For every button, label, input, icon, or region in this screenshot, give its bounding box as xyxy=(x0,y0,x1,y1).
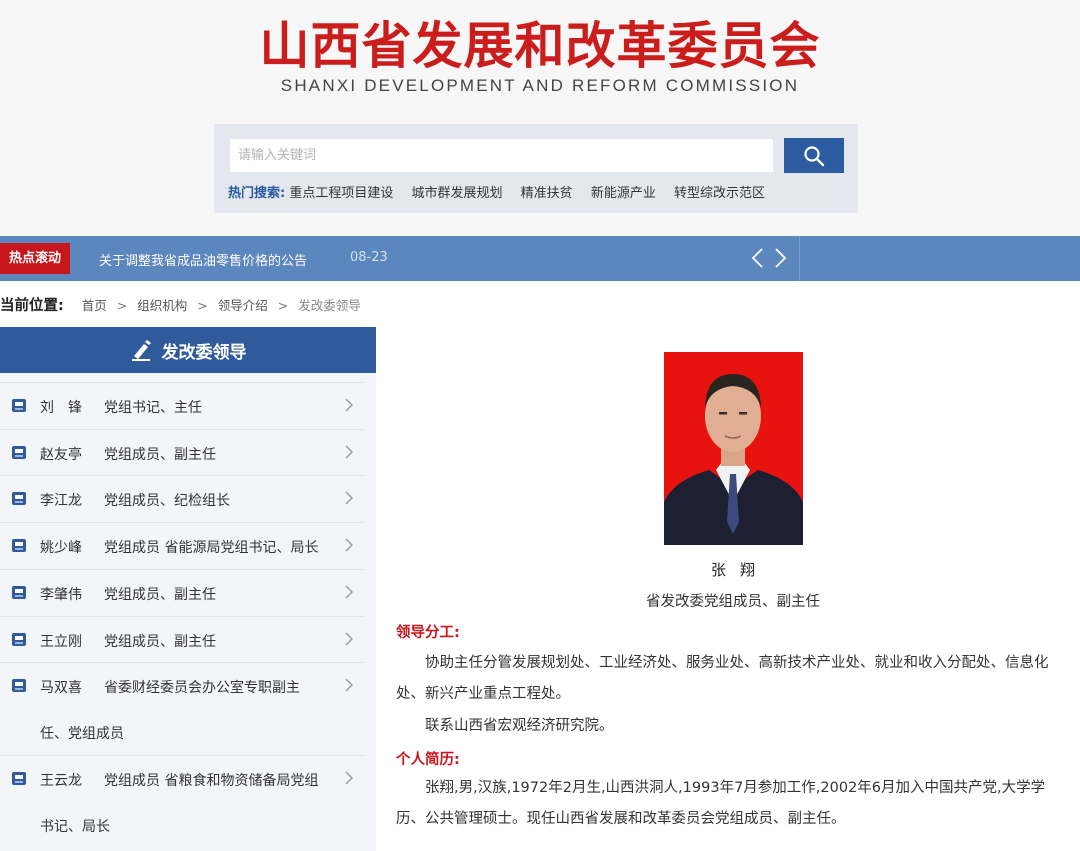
sidebar-heading: 发改委领导 xyxy=(0,327,376,373)
person-title: 省发改委党组成员、副主任 xyxy=(646,594,820,610)
chevron-right-icon xyxy=(345,538,353,552)
duty-heading: 领导分工: xyxy=(396,625,460,641)
breadcrumb-link[interactable]: 领导介绍 xyxy=(218,298,268,313)
hot-search-item[interactable]: 重点工程项目建设 xyxy=(289,186,393,201)
chevron-right-icon xyxy=(345,585,353,599)
leader-role-continued: 书记、局长 xyxy=(40,819,110,835)
search-input[interactable] xyxy=(230,139,773,172)
chevron-right-icon xyxy=(345,491,353,505)
hot-search-item[interactable]: 精准扶贫 xyxy=(521,186,573,201)
sidebar-item-leader[interactable]: 刘 锋 党组书记、主任 xyxy=(0,382,364,429)
ticker-divider xyxy=(799,236,800,281)
sidebar-item-leader[interactable]: 王云龙 党组成员 省粮食和物资储备局党组 书记、局长 xyxy=(0,755,364,848)
leader-role: 党组成员、纪检组长 xyxy=(104,493,230,509)
bio-heading: 个人简历: xyxy=(396,752,460,768)
book-icon xyxy=(12,679,26,692)
hot-search-label: 热门搜索: xyxy=(228,186,286,201)
breadcrumb-separator: > xyxy=(116,298,128,313)
bio-paragraph: 张翔,男,汉族,1972年2月生,山西洪洞人,1993年7月参加工作,2002年… xyxy=(396,780,1046,827)
leader-role: 省委财经委员会办公室专职副主 xyxy=(104,680,300,696)
leader-role: 党组成员 省能源局党组书记、局长 xyxy=(104,540,319,556)
ticker-arrows xyxy=(748,244,792,272)
ticker-headline[interactable]: 关于调整我省成品油零售价格的公告 xyxy=(99,250,307,269)
search-icon xyxy=(804,145,825,166)
leader-name: 赵友亭 xyxy=(40,447,82,463)
site-subtitle: SHANXI DEVELOPMENT AND REFORM COMMISSION xyxy=(280,76,800,95)
site-header: 山西省发展和改革委员会 SHANXI DEVELOPMENT AND REFOR… xyxy=(0,0,1080,236)
duty-paragraph: 协助主任分管发展规划处、工业经济处、服务业处、高新技术产业处、就业和收入分配处、… xyxy=(396,655,1049,702)
leader-name: 王云龙 xyxy=(40,773,82,789)
site-title: 山西省发展和改革委员会 xyxy=(259,16,821,75)
search-panel: 热门搜索: 重点工程项目建设 城市群发展规划 精准扶贫 新能源产业 转型综改示范… xyxy=(214,124,858,213)
book-icon xyxy=(12,633,26,646)
leader-name: 李肇伟 xyxy=(40,587,82,603)
news-ticker: 热点滚动 关于调整我省成品油零售价格的公告 08-23 xyxy=(0,236,1080,281)
hot-search-item[interactable]: 转型综改示范区 xyxy=(674,186,765,201)
breadcrumb-link[interactable]: 组织机构 xyxy=(137,298,187,313)
sidebar-item-leader[interactable]: 王立刚 党组成员、副主任 xyxy=(0,616,364,662)
breadcrumb-separator: > xyxy=(277,298,289,313)
portrait-photo xyxy=(664,352,803,545)
chevron-left-icon[interactable] xyxy=(748,244,768,272)
breadcrumb-title: 当前位置: xyxy=(0,298,64,314)
sidebar-item-leader[interactable]: 姚少峰 党组成员 省能源局党组书记、局长 xyxy=(0,522,364,569)
leader-role: 党组成员、副主任 xyxy=(104,634,216,650)
book-icon xyxy=(12,586,26,599)
leader-name: 姚少峰 xyxy=(40,540,82,556)
chevron-right-icon xyxy=(345,632,353,646)
chevron-right-icon xyxy=(345,771,353,785)
sidebar-item-leader[interactable]: 李江龙 党组成员、纪检组长 xyxy=(0,475,364,522)
book-icon xyxy=(12,772,26,785)
pen-icon xyxy=(131,340,151,361)
breadcrumb-link[interactable]: 首页 xyxy=(82,298,107,313)
leader-name: 王立刚 xyxy=(40,634,82,650)
chevron-right-icon xyxy=(345,445,353,459)
book-icon xyxy=(12,492,26,505)
hot-search-item[interactable]: 新能源产业 xyxy=(591,186,656,201)
book-icon xyxy=(12,446,26,459)
leader-role: 党组书记、主任 xyxy=(104,400,202,416)
leader-role: 党组成员 省粮食和物资储备局党组 xyxy=(104,773,319,789)
breadcrumb-current: 发改委领导 xyxy=(298,298,361,313)
chevron-right-icon[interactable] xyxy=(770,244,790,272)
leader-sidebar: 发改委领导 刘 锋 党组书记、主任 赵友亭 党组成员、副主任 李江龙 党组成员、… xyxy=(0,327,376,851)
book-icon xyxy=(12,539,26,552)
person-name: 张翔 xyxy=(710,561,769,579)
duty-paragraph: 联系山西省宏观经济研究院。 xyxy=(396,718,614,734)
ticker-label: 热点滚动 xyxy=(0,243,70,274)
leader-name: 李江龙 xyxy=(40,493,82,509)
leader-role: 党组成员、副主任 xyxy=(104,447,216,463)
ticker-date: 08-23 xyxy=(350,250,388,265)
leader-role: 党组成员、副主任 xyxy=(104,587,216,603)
leader-profile: 张翔 省发改委党组成员、副主任 领导分工: 协助主任分管发展规划处、工业经济处、… xyxy=(386,327,1080,851)
chevron-right-icon xyxy=(345,678,353,692)
sidebar-item-leader[interactable]: 李肇伟 党组成员、副主任 xyxy=(0,569,364,616)
breadcrumb: 当前位置: 首页 > 组织机构 > 领导介绍 > 发改委领导 xyxy=(0,294,361,315)
sidebar-item-leader[interactable]: 马双喜 省委财经委员会办公室专职副主 任、党组成员 xyxy=(0,662,364,755)
leader-name: 马双喜 xyxy=(40,680,82,696)
chevron-right-icon xyxy=(345,398,353,412)
leader-role-continued: 任、党组成员 xyxy=(40,726,124,742)
sidebar-item-leader[interactable]: 赵友亭 党组成员、副主任 xyxy=(0,429,364,475)
sidebar-heading-text: 发改委领导 xyxy=(161,342,247,363)
search-button[interactable] xyxy=(784,138,844,173)
book-icon xyxy=(12,399,26,412)
leader-name: 刘 锋 xyxy=(40,400,82,416)
breadcrumb-separator: > xyxy=(197,298,208,313)
hot-search-item[interactable]: 城市群发展规划 xyxy=(412,186,503,201)
hot-search: 热门搜索: 重点工程项目建设 城市群发展规划 精准扶贫 新能源产业 转型综改示范… xyxy=(228,182,779,201)
